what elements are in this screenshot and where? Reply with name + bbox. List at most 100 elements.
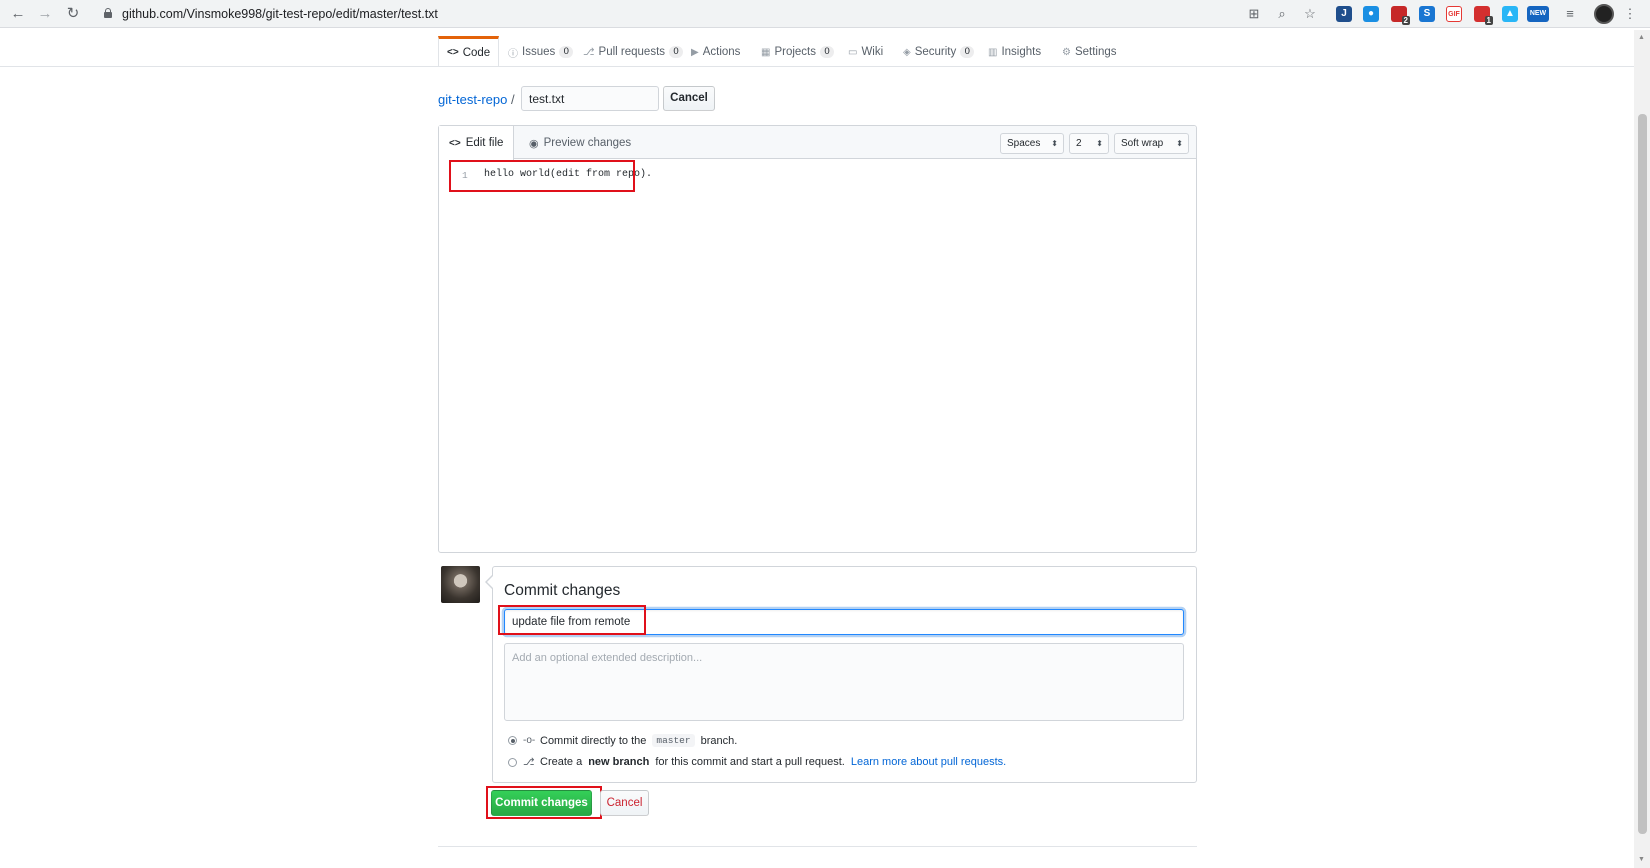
- repo-nav: <> Code ⓘ Issues 0 ⎇ Pull requests 0 ▶ A…: [0, 30, 1634, 67]
- pull-request-icon: ⎇: [583, 46, 595, 58]
- tab-counter: 0: [559, 46, 574, 58]
- extension-new-icon[interactable]: NEW: [1527, 6, 1549, 22]
- play-icon: ▶: [691, 46, 699, 58]
- tab-edit-file[interactable]: <> Edit file: [439, 126, 515, 160]
- option-text: for this commit and start a pull request…: [655, 756, 845, 768]
- radio-commit-direct[interactable]: [508, 736, 517, 745]
- tab-pull-requests[interactable]: ⎇ Pull requests 0: [575, 38, 691, 66]
- breadcrumb-repo-link[interactable]: git-test-repo: [438, 92, 507, 107]
- back-icon[interactable]: ←: [8, 4, 28, 24]
- eye-icon: ◉: [529, 137, 539, 150]
- extension-gif-icon[interactable]: GIF: [1446, 6, 1462, 22]
- indent-size-select[interactable]: 2 ⬍: [1069, 133, 1109, 154]
- tab-label: Insights: [1001, 46, 1042, 58]
- highlight-box-summary: [498, 605, 646, 635]
- tab-label: Code: [462, 46, 491, 59]
- extension-j-icon[interactable]: J: [1336, 6, 1352, 22]
- tab-security[interactable]: ◈ Security 0: [895, 38, 982, 66]
- select-value: Spaces: [1007, 138, 1041, 149]
- lock-icon: [104, 8, 112, 18]
- browser-toolbar: ← → ↻ github.com/Vinsmoke998/git-test-re…: [0, 0, 1650, 28]
- select-value: 2: [1076, 138, 1082, 149]
- radio-new-branch[interactable]: [508, 757, 517, 767]
- breadcrumb-separator: /: [511, 92, 515, 107]
- tab-projects[interactable]: ▦ Projects 0: [753, 38, 842, 66]
- commit-icon: -o-: [523, 735, 536, 746]
- extension-badge: 2: [1401, 16, 1410, 25]
- tab-label: Security: [914, 46, 957, 58]
- tab-label: Actions: [702, 46, 741, 58]
- shield-icon: ◈: [903, 46, 911, 58]
- learn-more-link[interactable]: Learn more about pull requests.: [851, 756, 1006, 768]
- tab-counter: 0: [669, 46, 684, 58]
- filename-input[interactable]: [521, 86, 659, 111]
- option-new-branch[interactable]: ⎇ Create a new branch for this commit an…: [508, 756, 1006, 768]
- option-commit-direct[interactable]: -o- Commit directly to the master branch…: [508, 734, 737, 747]
- gear-icon: ⚙: [1062, 46, 1071, 58]
- translate-icon[interactable]: ⊞: [1246, 6, 1262, 22]
- tab-insights[interactable]: ▥ Insights: [980, 38, 1049, 66]
- code-icon: <>: [449, 137, 461, 149]
- tab-label: Settings: [1074, 46, 1117, 58]
- tab-label: Wiki: [861, 46, 884, 58]
- project-icon: ▦: [761, 46, 771, 58]
- option-text: Commit directly to the: [540, 734, 647, 747]
- zoom-icon[interactable]: ⌕: [1274, 6, 1290, 22]
- tab-settings[interactable]: ⚙ Settings: [1054, 38, 1125, 66]
- reading-list-icon[interactable]: ≡: [1562, 6, 1578, 22]
- user-avatar[interactable]: [441, 566, 480, 603]
- select-value: Soft wrap: [1121, 138, 1164, 149]
- star-icon[interactable]: ☆: [1302, 6, 1318, 22]
- tab-code[interactable]: <> Code: [438, 36, 500, 66]
- branch-name: master: [652, 734, 695, 747]
- tab-counter: 0: [820, 46, 834, 58]
- tab-preview-changes[interactable]: ◉ Preview changes: [519, 126, 641, 160]
- cancel-commit-button[interactable]: Cancel: [600, 790, 649, 816]
- select-arrows-icon: ⬍: [1176, 139, 1183, 148]
- footer-divider: [438, 846, 1197, 847]
- profile-avatar[interactable]: [1594, 4, 1614, 24]
- wrap-mode-select[interactable]: Soft wrap ⬍: [1114, 133, 1189, 154]
- code-icon: <>: [447, 47, 459, 58]
- tab-label: Preview changes: [543, 137, 632, 149]
- graph-icon: ▥: [988, 46, 998, 58]
- extension-s-icon[interactable]: S: [1419, 6, 1435, 22]
- scroll-up-icon[interactable]: ▲: [1638, 34, 1645, 41]
- tab-wiki[interactable]: ▭ Wiki: [840, 38, 891, 66]
- menu-icon[interactable]: ⋮: [1622, 6, 1638, 22]
- pull-request-icon: ⎇: [523, 756, 535, 768]
- tab-label: Issues: [522, 46, 556, 58]
- option-text: Create a: [540, 756, 583, 768]
- tab-counter: 0: [960, 46, 975, 58]
- tab-actions[interactable]: ▶ Actions: [683, 38, 748, 66]
- indent-mode-select[interactable]: Spaces ⬍: [1000, 133, 1064, 154]
- highlight-box-commit: [486, 786, 602, 819]
- tab-issues[interactable]: ⓘ Issues 0: [500, 38, 581, 66]
- cancel-edit-button[interactable]: Cancel: [663, 86, 715, 111]
- scroll-down-icon[interactable]: ▼: [1638, 856, 1645, 863]
- scroll-thumb[interactable]: [1638, 114, 1647, 834]
- commit-title: Commit changes: [504, 582, 621, 599]
- editor-header: <> Edit file ◉ Preview changes Spaces ⬍ …: [439, 126, 1196, 160]
- extension-shield-icon[interactable]: 2: [1391, 6, 1410, 25]
- tab-label: Edit file: [465, 137, 504, 149]
- page-scrollbar[interactable]: ▲ ▼: [1634, 30, 1650, 868]
- tab-label: Pull requests: [598, 46, 666, 58]
- extension-badge: 1: [1484, 16, 1493, 25]
- commit-form-pointer-inner: [487, 575, 494, 589]
- extension-pdf-icon[interactable]: 1: [1474, 6, 1493, 25]
- address-url[interactable]: github.com/Vinsmoke998/git-test-repo/edi…: [122, 7, 438, 21]
- extension-drop-icon[interactable]: ●: [1363, 6, 1379, 22]
- option-text-bold: new branch: [588, 756, 650, 768]
- commit-description-textarea[interactable]: [504, 643, 1184, 721]
- forward-icon[interactable]: →: [35, 4, 55, 24]
- select-arrows-icon: ⬍: [1096, 139, 1103, 148]
- tab-label: Projects: [774, 46, 816, 58]
- highlight-box-code: [449, 160, 635, 192]
- option-text: branch.: [700, 734, 738, 747]
- reload-icon[interactable]: ↻: [63, 4, 83, 24]
- select-arrows-icon: ⬍: [1051, 139, 1058, 148]
- issue-icon: ⓘ: [508, 48, 518, 60]
- extension-image-icon[interactable]: ▲: [1502, 6, 1518, 22]
- book-icon: ▭: [848, 46, 858, 58]
